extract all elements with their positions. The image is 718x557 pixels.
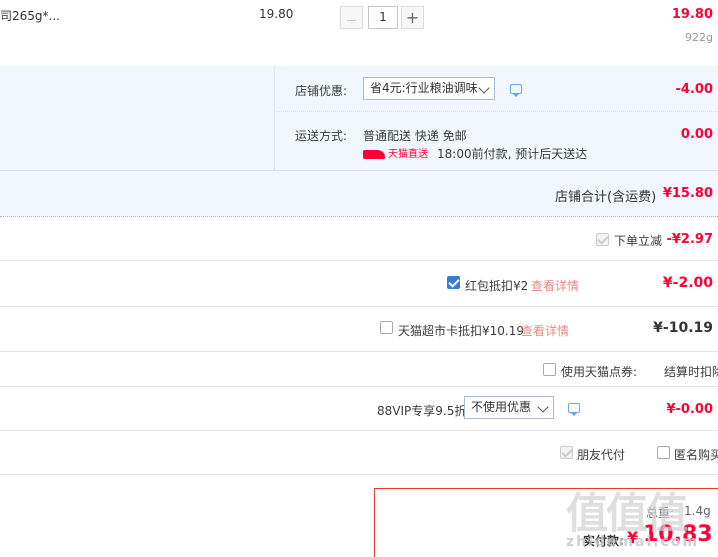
total-weight-value: 1.4g: [684, 504, 711, 518]
quantity-decrease-button[interactable]: —: [340, 6, 363, 29]
divider: [0, 430, 718, 431]
tmall-points-checkbox[interactable]: [543, 363, 556, 376]
divider: [0, 386, 718, 387]
instant-discount-label: 下单立减: [614, 234, 663, 248]
friend-pay-checkbox[interactable]: [560, 446, 573, 459]
chat-bubble-icon[interactable]: [510, 84, 522, 97]
watermark-domain: zhidemai.com: [566, 534, 700, 550]
quantity-increase-button[interactable]: +: [401, 6, 424, 29]
unit-price: 19.80: [259, 7, 294, 21]
shop-discount-amount: -4.00: [675, 82, 713, 97]
tmall-card-checkbox[interactable]: [380, 321, 393, 334]
watermark-logo: 值值值: [566, 489, 688, 538]
tmall-points-note: 结算时扣除: [664, 365, 718, 379]
divider: [0, 260, 718, 261]
tmall-card-details-link[interactable]: 查看详情: [521, 322, 569, 339]
redpacket-details-link[interactable]: 查看详情: [531, 277, 579, 294]
divider: [274, 111, 718, 112]
divider: [0, 351, 718, 352]
vip-discount-value: ¥-0.00: [666, 402, 713, 417]
chevron-down-icon: [478, 82, 490, 94]
chat-bubble-icon[interactable]: [568, 403, 580, 416]
shop-discount-label: 店铺优惠:: [295, 84, 348, 98]
friend-pay-label: 朋友代付: [577, 448, 626, 462]
tmall-card-label: 天猫超市卡抵扣¥10.19: [398, 324, 524, 338]
divider: [0, 216, 718, 217]
shipping-note: 18:00前付款, 预计后天送达: [437, 147, 588, 161]
redpacket-checkbox[interactable]: [447, 276, 460, 289]
item-subtotal: 19.80: [671, 7, 713, 22]
vip-discount-select[interactable]: 不使用优惠: [464, 396, 554, 419]
anonymous-checkbox[interactable]: [657, 446, 670, 459]
shipping-method: 普通配送 快递 免邮: [363, 129, 467, 143]
shop-total-value: ¥15.80: [662, 186, 713, 201]
divider: [0, 170, 718, 171]
shop-discount-select[interactable]: 省4元:行业粮油调味: [363, 77, 495, 100]
redpacket-value: ¥-2.00: [662, 275, 713, 291]
instant-discount-value: -¥2.97: [666, 232, 713, 247]
tmall-card-value: ¥-10.19: [653, 320, 713, 336]
tmall-direct-badge: 天猫直送: [363, 145, 428, 160]
redpacket-label: 红包抵扣¥2: [465, 279, 529, 293]
shop-total-label: 店铺合计(含运费): [555, 190, 657, 205]
chevron-down-icon: [537, 401, 549, 413]
instant-discount-checkbox: [596, 233, 609, 246]
anonymous-label: 匿名购买: [674, 448, 718, 462]
divider: [0, 474, 718, 475]
quantity-input[interactable]: 1: [368, 6, 398, 29]
product-name[interactable]: 司265g*...: [0, 7, 60, 24]
tmall-logo-icon: [363, 149, 385, 159]
tmall-points-label: 使用天猫点券:: [561, 365, 638, 379]
shipping-amount: 0.00: [680, 127, 713, 142]
divider: [0, 306, 718, 307]
item-weight: 922g: [685, 31, 713, 44]
vip-label: 88VIP专享9.5折: [377, 404, 467, 418]
shipping-label: 运送方式:: [295, 129, 348, 143]
